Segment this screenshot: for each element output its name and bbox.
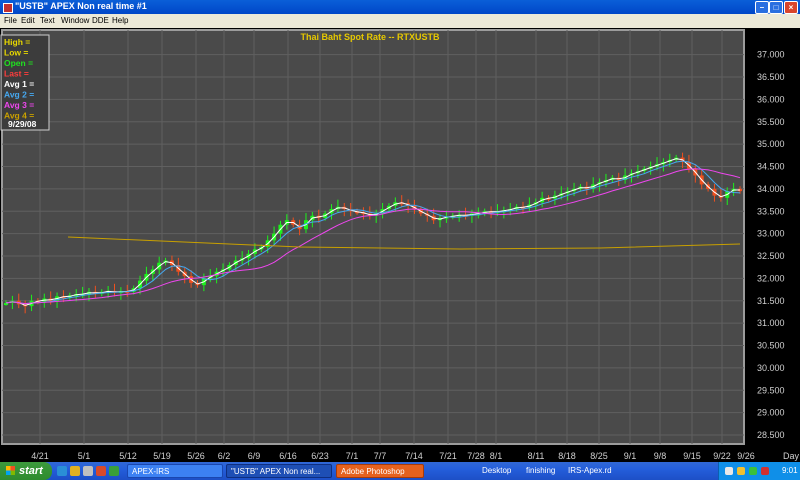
system-tray: 9:01 [718, 462, 800, 480]
y-tick-label: 31.500 [757, 296, 785, 306]
x-axis-labels: 4/21 5/1 5/12 5/19 5/26 6/2 6/9 6/16 6/23 7/1 7/7 7… [31, 451, 755, 461]
info-label: Avg 3 = [4, 100, 34, 110]
x-tick-label: 8/25 [590, 451, 608, 461]
y-tick-label: 33.000 [757, 229, 785, 239]
windows-flag-icon [6, 466, 15, 475]
menu-edit[interactable]: Edit [21, 16, 35, 25]
x-tick-label: 7/28 [467, 451, 485, 461]
window-title-bar: "USTB" APEX Non real time #1 – □ × [0, 0, 800, 14]
tray-shield-icon[interactable] [749, 467, 757, 475]
x-tick-label: 5/1 [78, 451, 91, 461]
taskbar-button-apex-irs[interactable]: APEX-IRS [127, 464, 223, 478]
x-tick-label: 9/1 [624, 451, 637, 461]
quicklaunch-app-icon[interactable] [96, 466, 106, 476]
quicklaunch-desktop-icon[interactable] [83, 466, 93, 476]
quicklaunch-browser-icon[interactable] [57, 466, 67, 476]
plot-area [1, 29, 745, 445]
x-tick-label: 5/19 [153, 451, 171, 461]
menu-help[interactable]: Help [112, 16, 128, 25]
tray-label-irs-apex[interactable]: IRS-Apex.rd [568, 464, 620, 478]
x-tick-label: 7/21 [439, 451, 457, 461]
x-tick-label: 5/26 [187, 451, 205, 461]
x-tick-label: 6/2 [218, 451, 231, 461]
quicklaunch-app2-icon[interactable] [109, 466, 119, 476]
y-tick-label: 28.500 [757, 430, 785, 440]
taskbar: start APEX-IRS "USTB" APEX Non real... A… [0, 462, 800, 480]
close-button[interactable]: × [784, 1, 798, 14]
x-tick-label: 6/23 [311, 451, 329, 461]
tray-volume-icon[interactable] [737, 467, 745, 475]
y-tick-label: 34.000 [757, 184, 785, 194]
x-tick-label: 4/21 [31, 451, 49, 461]
info-label: Low = [4, 48, 28, 58]
x-tick-label: 9/15 [683, 451, 701, 461]
x-tick-label: 7/1 [346, 451, 359, 461]
x-axis-unit-label: Day [783, 451, 800, 461]
menu-file[interactable]: File [4, 16, 17, 25]
x-tick-label: 6/9 [248, 451, 261, 461]
window-title: "USTB" APEX Non real time #1 [15, 1, 147, 11]
x-tick-label: 9/22 [713, 451, 731, 461]
info-label: Open = [4, 58, 33, 68]
info-label: High = [4, 37, 30, 47]
candle-up [4, 303, 8, 306]
y-tick-label: 31.000 [757, 318, 785, 328]
start-button[interactable]: start [0, 462, 52, 480]
tray-label-finishing[interactable]: finishing [526, 464, 568, 478]
y-tick-label: 29.000 [757, 408, 785, 418]
tray-alert-icon[interactable] [761, 467, 769, 475]
tray-label-desktop[interactable]: Desktop [482, 464, 526, 478]
tray-network-icon[interactable] [725, 467, 733, 475]
minimize-button[interactable]: – [755, 1, 769, 14]
quicklaunch-folder-icon[interactable] [70, 466, 80, 476]
y-tick-label: 35.500 [757, 117, 785, 127]
y-tick-label: 33.500 [757, 206, 785, 216]
info-date: 9/29/08 [8, 119, 37, 129]
info-label: Avg 2 = [4, 90, 34, 100]
y-tick-label: 36.500 [757, 72, 785, 82]
x-tick-label: 9/26 [737, 451, 755, 461]
y-tick-label: 35.000 [757, 139, 785, 149]
y-tick-label: 30.500 [757, 341, 785, 351]
x-tick-label: 8/11 [528, 451, 545, 461]
maximize-button[interactable]: □ [769, 1, 783, 14]
tray-clock: 9:01 [782, 466, 798, 475]
info-label: Avg 1 = [4, 79, 34, 89]
info-box: High =Low =Open =Last =Avg 1 =Avg 2 =Avg… [0, 34, 50, 131]
app-icon [3, 3, 13, 13]
start-label: start [19, 465, 43, 477]
taskbar-button-ustb-chart[interactable]: "USTB" APEX Non real... [226, 464, 332, 478]
menu-bar: File Edit Text Window DDE Help [0, 14, 800, 28]
taskbar-button-photoshop[interactable]: Adobe Photoshop [336, 464, 424, 478]
y-tick-label: 32.000 [757, 273, 785, 283]
x-tick-label: 8/1 [490, 451, 503, 461]
x-tick-label: 5/12 [119, 451, 137, 461]
y-tick-label: 37.000 [757, 50, 785, 60]
y-axis-labels: 28.500 29.000 29.500 30.000 30.500 31.000 31.5… [757, 50, 785, 440]
x-tick-label: 7/7 [374, 451, 387, 461]
y-tick-label: 36.000 [757, 94, 785, 104]
x-tick-label: 7/14 [405, 451, 423, 461]
y-tick-label: 29.500 [757, 385, 785, 395]
y-tick-label: 30.000 [757, 363, 785, 373]
y-tick-label: 34.500 [757, 162, 785, 172]
menu-dde[interactable]: DDE [92, 16, 109, 25]
price-chart[interactable]: Thai Baht Spot Rate -- RTXUSTB 28.500 29.… [0, 28, 800, 462]
x-tick-label: 8/18 [558, 451, 576, 461]
x-tick-label: 6/16 [279, 451, 297, 461]
y-tick-label: 32.500 [757, 251, 785, 261]
x-tick-label: 9/8 [654, 451, 667, 461]
chart-title: Thai Baht Spot Rate -- RTXUSTB [301, 32, 440, 42]
info-label: Last = [4, 69, 29, 79]
menu-text[interactable]: Text [40, 16, 55, 25]
menu-window[interactable]: Window [61, 16, 89, 25]
